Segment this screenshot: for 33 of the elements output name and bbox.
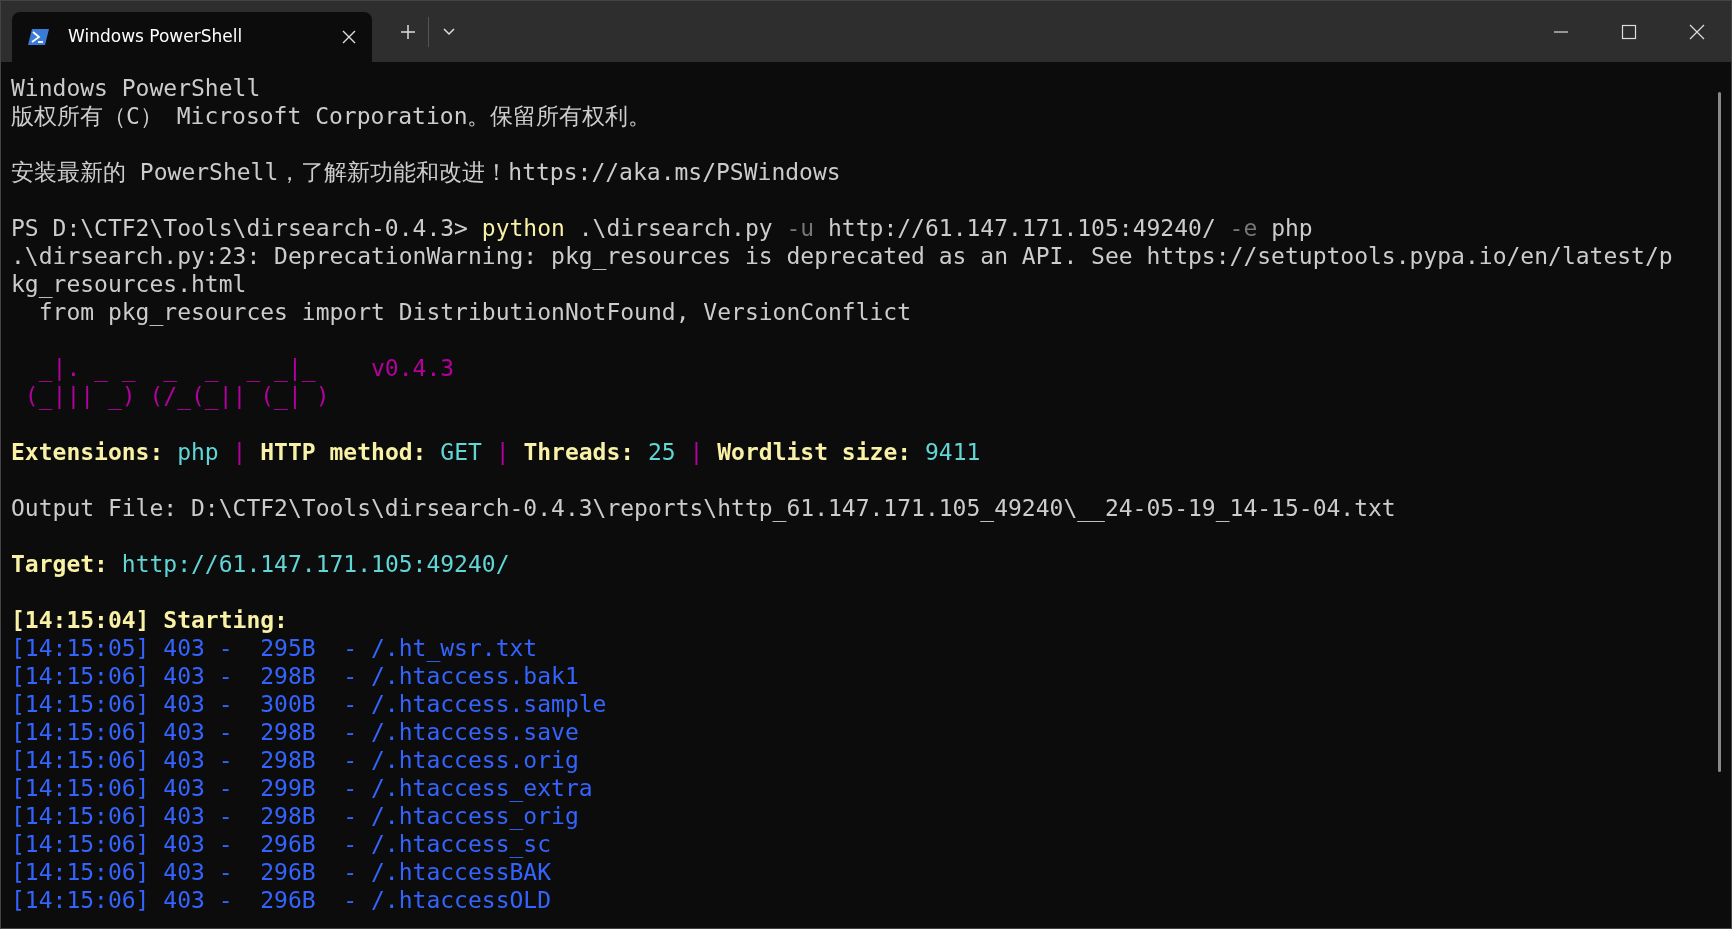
terminal-line: from pkg_resources import DistributionNotFound, VersionConflict	[37, 298, 913, 326]
terminal-line: [14:15:06] 403 - 300B - /.htaccess.sample	[11, 690, 608, 718]
terminal-line: kg_resources.html	[11, 270, 248, 298]
terminal-line: PS D:\CTF2\Tools\dirsearch-0.4.3> python .\dirsearch.py -u http://61.147.171.105:49240/ -e php	[11, 214, 1314, 242]
terminal-line: [14:15:06] 403 - 296B - /.htaccess_sc	[11, 830, 553, 858]
terminal-line: 版权所有（C） Microsoft Corporation。保留所有权利。	[11, 102, 653, 130]
terminal-line: [14:15:05] 403 - 295B - /.ht_wsr.txt	[11, 634, 539, 662]
powershell-icon	[28, 28, 50, 46]
terminal-line: [14:15:04] Starting:	[11, 606, 289, 634]
close-icon	[1689, 23, 1705, 40]
close-icon	[342, 30, 356, 44]
terminal-line: [14:15:06] 403 - 298B - /.htaccess.orig	[11, 746, 580, 774]
terminal-line: Target: http://61.147.171.105:49240/	[11, 550, 511, 578]
terminal-line: Output File: D:\CTF2\Tools\dirsearch-0.4.3\reports\http_61.147.171.105_49240\__24-05-19_14-15-04.txt	[11, 494, 1397, 522]
scrollbar[interactable]	[1718, 92, 1721, 772]
terminal-line: Windows PowerShell	[11, 74, 262, 102]
terminal-line: [14:15:06] 403 - 296B - /.htaccessOLD	[11, 886, 553, 914]
terminal-line: [14:15:06] 403 - 296B - /.htaccessBAK	[11, 858, 553, 886]
terminal-line: [14:15:06] 403 - 298B - /.htaccess.bak1	[11, 662, 580, 690]
plus-icon	[400, 23, 416, 40]
terminal-line: _|. _ _ _ _ _ _|_ v0.4.3	[37, 354, 456, 382]
terminal-line: 安装最新的 PowerShell，了解新功能和改进！https://aka.ms/PSWindows	[11, 158, 842, 186]
minimize-icon	[1553, 30, 1569, 33]
terminal-tab[interactable]: Windows PowerShell	[12, 12, 372, 62]
terminal-line: [14:15:06] 403 - 298B - /.htaccess_orig	[11, 802, 580, 830]
terminal-line: Extensions: php | HTTP method: GET | Threads: 25 | Wordlist size: 9411	[11, 438, 982, 466]
terminal-line: [14:15:06] 403 - 299B - /.htaccess_extra	[11, 774, 594, 802]
terminal-line: .\dirsearch.py:23: DeprecationWarning: pkg_resources is deprecated as an API. See https://setuptools.pypa.io/en/latest/p	[11, 242, 1673, 270]
maximize-icon	[1621, 23, 1637, 40]
close-tab-button[interactable]	[342, 30, 356, 44]
terminal-line: (_||| _) (/_(_|| (_| )	[23, 382, 331, 410]
chevron-down-icon	[442, 26, 456, 37]
terminal-line: [14:15:06] 403 - 298B - /.htaccess.save	[11, 718, 580, 746]
